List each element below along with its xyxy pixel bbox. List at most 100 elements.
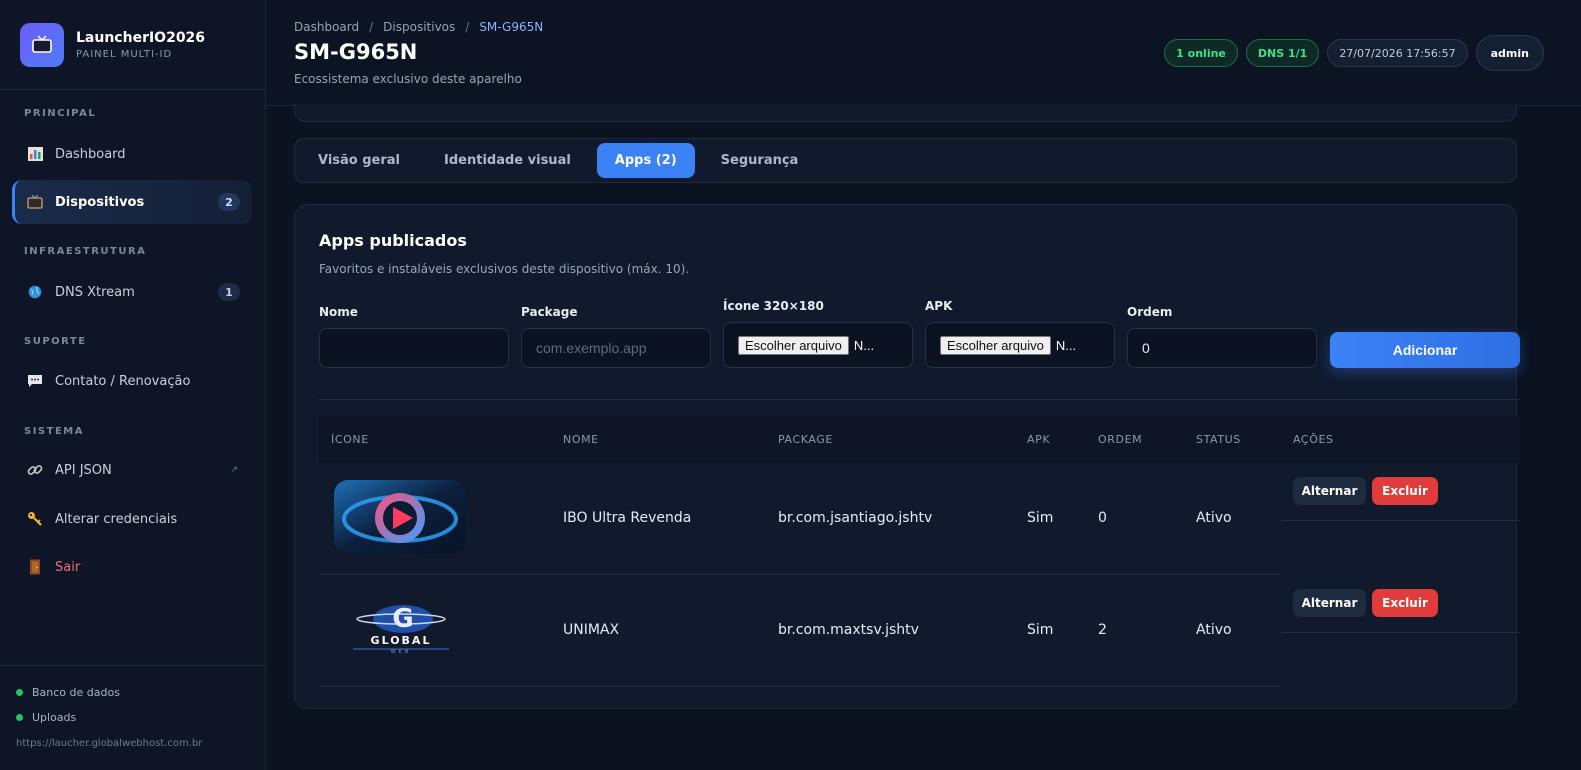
tab-identidade-visual[interactable]: Identidade visual bbox=[426, 143, 589, 178]
sidebar-item-credenciais[interactable]: Alterar credenciais bbox=[12, 497, 252, 541]
previous-card-edge bbox=[294, 104, 1517, 122]
app-ordem: 0 bbox=[1098, 510, 1107, 526]
sidebar-item-sair[interactable]: Sair bbox=[12, 545, 252, 589]
breadcrumb-current: SM-G965N bbox=[479, 20, 544, 34]
breadcrumb-dashboard[interactable]: Dashboard bbox=[294, 20, 359, 34]
sidebar-item-contato[interactable]: Contato / Renovação bbox=[12, 359, 252, 403]
toggle-button[interactable]: Alternar bbox=[1293, 589, 1366, 617]
datetime-badge: 27/07/2026 17:56:57 bbox=[1327, 39, 1468, 67]
external-link-icon: ↗ bbox=[230, 465, 238, 475]
user-menu-button[interactable]: admin bbox=[1475, 35, 1544, 71]
nome-input[interactable] bbox=[319, 328, 509, 368]
package-input[interactable]: com.exemplo.app bbox=[521, 328, 711, 368]
col-nome: NOME bbox=[563, 433, 599, 446]
col-package: PACKAGE bbox=[778, 433, 833, 446]
globe-icon bbox=[25, 285, 45, 299]
tv-icon bbox=[25, 195, 45, 209]
tab-bar: Visão geral Identidade visual Apps (2) S… bbox=[294, 138, 1517, 183]
sidebar-item-dashboard[interactable]: Dashboard bbox=[12, 132, 252, 176]
icone-file-input[interactable]: Escolher arquivo N... bbox=[723, 322, 913, 368]
tab-seguranca[interactable]: Segurança bbox=[703, 143, 817, 178]
section-sistema: SISTEMA bbox=[24, 426, 84, 437]
col-ordem: ORDEM bbox=[1098, 433, 1143, 446]
divider bbox=[1281, 632, 1520, 633]
brand-subtitle: PAINEL MULTI-ID bbox=[76, 48, 173, 60]
global-web-logo-icon: G GLOBAL WEB bbox=[343, 601, 459, 657]
section-infra: INFRAESTRUTURA bbox=[24, 246, 147, 257]
page-subtitle: Ecossistema exclusivo deste aparelho bbox=[294, 72, 522, 86]
app-apk: Sim bbox=[1027, 622, 1054, 638]
svg-text:G: G bbox=[392, 604, 413, 634]
app-apk: Sim bbox=[1027, 510, 1054, 526]
door-icon bbox=[25, 559, 45, 575]
section-principal: PRINCIPAL bbox=[24, 108, 97, 119]
site-url: https://laucher.globalwebhost.com.br bbox=[16, 738, 203, 749]
card-title: Apps publicados bbox=[319, 231, 467, 250]
col-icone: ÍCONE bbox=[331, 433, 369, 446]
sidebar-item-label: API JSON bbox=[55, 462, 112, 478]
status-dot bbox=[16, 689, 23, 696]
choose-file-button[interactable]: Escolher arquivo bbox=[940, 335, 1051, 355]
top-header: Dashboard / Dispositivos / SM-G965N SM-G… bbox=[266, 0, 1581, 106]
status-dot bbox=[16, 714, 23, 721]
tv-icon bbox=[20, 22, 64, 67]
bar-chart-icon bbox=[25, 147, 45, 161]
status-database: Banco de dados bbox=[16, 680, 249, 705]
tab-apps[interactable]: Apps (2) bbox=[596, 143, 695, 178]
app-package: br.com.maxtsv.jshtv bbox=[778, 622, 919, 638]
sidebar-item-label: Sair bbox=[55, 559, 81, 575]
logo-text: GLOBAL bbox=[371, 634, 432, 647]
apk-file-input[interactable]: Escolher arquivo N... bbox=[925, 322, 1115, 368]
status-uploads: Uploads bbox=[16, 705, 249, 730]
icone-label: Ícone 320×180 bbox=[723, 299, 824, 313]
count-badge: 2 bbox=[218, 193, 240, 211]
tab-visao-geral[interactable]: Visão geral bbox=[300, 143, 418, 178]
logo-sub: WEB bbox=[391, 649, 412, 655]
file-status: N... bbox=[853, 337, 875, 353]
app-nome: UNIMAX bbox=[563, 622, 620, 638]
package-label: Package bbox=[521, 305, 578, 319]
page-title: SM-G965N bbox=[294, 40, 418, 64]
choose-file-button[interactable]: Escolher arquivo bbox=[738, 335, 849, 355]
sidebar-item-dispositivos[interactable]: Dispositivos 2 bbox=[12, 180, 252, 224]
app-package: br.com.jsantiago.jshtv bbox=[778, 510, 933, 526]
app-status: Ativo bbox=[1196, 622, 1232, 638]
chat-icon bbox=[25, 374, 45, 388]
brand-title: LauncherIO2026 bbox=[76, 29, 206, 46]
sidebar-item-label: Contato / Renovação bbox=[55, 373, 191, 389]
app-nome: IBO Ultra Revenda bbox=[563, 510, 692, 526]
ordem-input[interactable]: 0 bbox=[1127, 328, 1317, 368]
ordem-value: 0 bbox=[1142, 340, 1150, 356]
brand: LauncherIO2026 PAINEL MULTI-ID bbox=[0, 0, 265, 90]
toggle-button[interactable]: Alternar bbox=[1293, 477, 1366, 505]
apk-label: APK bbox=[925, 299, 953, 313]
delete-button[interactable]: Excluir bbox=[1372, 589, 1438, 617]
play-logo-icon bbox=[333, 479, 467, 555]
table-row: IBO Ultra Revenda br.com.jsantiago.jshtv… bbox=[319, 463, 1281, 575]
col-acoes: AÇÕES bbox=[1293, 433, 1334, 446]
sidebar-footer: Banco de dados Uploads https://laucher.g… bbox=[0, 665, 265, 770]
link-icon bbox=[25, 462, 45, 478]
divider bbox=[1281, 520, 1520, 521]
add-button[interactable]: Adicionar bbox=[1330, 332, 1520, 368]
col-apk: APK bbox=[1027, 433, 1051, 446]
breadcrumb-dispositivos[interactable]: Dispositivos bbox=[383, 20, 455, 34]
table-row: G GLOBAL WEB UNIMAX br.com.maxtsv.jshtv … bbox=[319, 575, 1281, 687]
file-status: N... bbox=[1055, 337, 1077, 353]
count-badge: 1 bbox=[218, 283, 240, 301]
sidebar-item-label: DNS Xtream bbox=[55, 284, 135, 300]
dns-badge: DNS 1/1 bbox=[1245, 39, 1320, 67]
table-header: ÍCONE NOME PACKAGE APK ORDEM STATUS AÇÕE… bbox=[319, 416, 1520, 463]
nome-label: Nome bbox=[319, 305, 358, 319]
sidebar-item-dns[interactable]: DNS Xtream 1 bbox=[12, 270, 252, 314]
app-ordem: 2 bbox=[1098, 622, 1107, 638]
sidebar-item-api-json[interactable]: API JSON ↗ bbox=[12, 448, 252, 492]
divider bbox=[319, 399, 1520, 400]
sidebar-item-label: Alterar credenciais bbox=[55, 511, 178, 527]
app-status: Ativo bbox=[1196, 510, 1232, 526]
delete-button[interactable]: Excluir bbox=[1372, 477, 1438, 505]
header-status: 1 online DNS 1/1 27/07/2026 17:56:57 adm… bbox=[1156, 35, 1544, 71]
package-placeholder: com.exemplo.app bbox=[536, 340, 647, 356]
card-subtitle: Favoritos e instaláveis exclusivos deste… bbox=[319, 262, 690, 276]
col-status: STATUS bbox=[1196, 433, 1241, 446]
